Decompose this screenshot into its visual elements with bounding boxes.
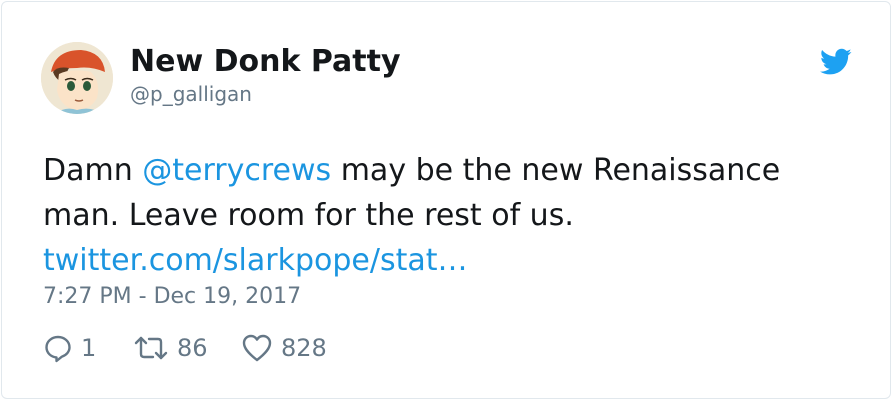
retweet-count: 86: [177, 334, 208, 362]
tweet-url-link[interactable]: twitter.com/slarkpope/stat…: [43, 243, 468, 278]
reply-icon: [43, 333, 73, 363]
tweet-timestamp[interactable]: 7:27 PM - Dec 19, 2017: [43, 284, 301, 309]
retweet-icon: [133, 333, 169, 363]
user-handle[interactable]: @p_galligan: [130, 82, 252, 106]
like-button[interactable]: 828: [241, 332, 327, 364]
tweet-text-pre: Damn: [43, 153, 143, 188]
avatar[interactable]: [41, 42, 113, 114]
display-name[interactable]: New Donk Patty: [130, 44, 401, 79]
retweet-button[interactable]: 86: [133, 332, 208, 364]
heart-icon: [241, 333, 273, 363]
twitter-bird-icon[interactable]: [820, 48, 852, 76]
reply-count: 1: [81, 334, 97, 362]
mention-link[interactable]: @terrycrews: [142, 153, 331, 188]
like-count: 828: [281, 334, 327, 362]
reply-button[interactable]: 1: [43, 332, 96, 364]
tweet-text: Damn @terrycrews may be the new Renaissa…: [43, 148, 843, 283]
tweet-card: New Donk Patty @p_galligan Damn @terrycr…: [1, 1, 891, 399]
